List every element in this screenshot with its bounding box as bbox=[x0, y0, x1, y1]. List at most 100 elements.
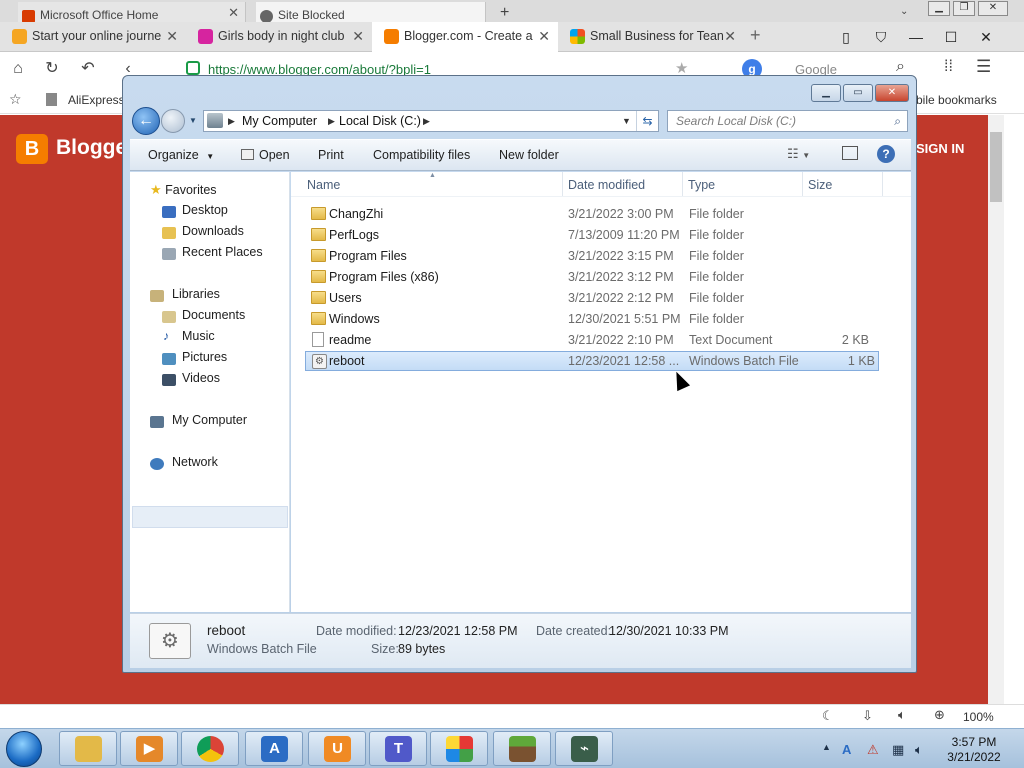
nav-documents[interactable]: Documents bbox=[182, 308, 245, 322]
zoom-level[interactable]: 100% bbox=[963, 710, 994, 724]
tab-site-blocked[interactable]: Site Blocked bbox=[256, 2, 486, 22]
history-dropdown-icon[interactable]: ▼ bbox=[189, 116, 197, 125]
explorer-address-bar[interactable]: ▶ My Computer ▶ Local Disk (C:) ▶ ▼ bbox=[203, 110, 659, 132]
close-icon[interactable]: ✕ bbox=[352, 29, 364, 43]
close-button[interactable]: ✕ bbox=[975, 26, 997, 48]
nav-my-computer[interactable]: My Computer bbox=[172, 413, 247, 427]
tray-alert-icon[interactable]: ⚠ bbox=[867, 742, 879, 758]
sign-in-link[interactable]: SIGN IN bbox=[916, 141, 964, 156]
column-divider[interactable] bbox=[802, 172, 803, 196]
taskbar-task-manager[interactable]: ⌁ bbox=[555, 731, 613, 766]
undo-icon[interactable]: ↶ bbox=[77, 58, 99, 80]
minimize-button[interactable]: ▁ bbox=[928, 1, 950, 16]
nav-desktop[interactable]: Desktop bbox=[182, 203, 228, 217]
menu-icon[interactable]: ☰ bbox=[976, 57, 991, 77]
tray-app-a-icon[interactable]: A bbox=[842, 742, 851, 757]
preview-pane-icon[interactable] bbox=[842, 146, 858, 160]
close-icon[interactable]: ✕ bbox=[538, 29, 550, 43]
forward-button[interactable] bbox=[161, 109, 185, 133]
download-icon[interactable]: ⇩ bbox=[862, 708, 873, 724]
tab-microsoft-office-home[interactable]: Microsoft Office Home ✕ bbox=[18, 2, 246, 22]
nav-videos[interactable]: Videos bbox=[182, 371, 220, 385]
tray-expand-icon[interactable]: ▲ bbox=[822, 742, 831, 752]
nav-pictures[interactable]: Pictures bbox=[182, 350, 227, 364]
nav-recent-places[interactable]: Recent Places bbox=[182, 245, 263, 259]
new-tab-icon[interactable]: + bbox=[500, 4, 509, 22]
tray-network-icon[interactable]: ▦ bbox=[892, 742, 904, 758]
chevron-down-icon[interactable]: ⌄ bbox=[900, 6, 908, 17]
tray-volume-icon[interactable]: 🔈︎ bbox=[915, 742, 923, 758]
maximize-button[interactable]: ☐ bbox=[940, 26, 962, 48]
new-folder-button[interactable]: New folder bbox=[499, 148, 559, 162]
taskbar-media-player[interactable]: ▶ bbox=[120, 731, 178, 766]
nav-music[interactable]: Music bbox=[182, 329, 215, 343]
restore-button[interactable]: ❐ bbox=[953, 1, 975, 16]
file-row-readme[interactable]: readme 3/21/2022 2:10 PM Text Document 2… bbox=[305, 330, 879, 350]
column-divider[interactable] bbox=[882, 172, 883, 196]
blogger-logo[interactable]: B bbox=[16, 134, 48, 164]
file-row-perflogs[interactable]: PerfLogs 7/13/2009 11:20 PM File folder bbox=[305, 225, 879, 245]
nav-downloads[interactable]: Downloads bbox=[182, 224, 244, 238]
tab-girls-body[interactable]: Girls body in night club ✕ bbox=[186, 22, 372, 52]
search-input[interactable]: Search Local Disk (C:) ⌕ bbox=[667, 110, 908, 132]
column-divider[interactable] bbox=[562, 172, 563, 196]
zoom-icon[interactable]: ⊕ bbox=[934, 707, 945, 723]
new-tab-icon[interactable]: + bbox=[750, 25, 761, 46]
search-icon[interactable]: ⌕ bbox=[896, 58, 905, 76]
file-row-users[interactable]: Users 3/21/2022 2:12 PM File folder bbox=[305, 288, 879, 308]
file-row-program-files-x86[interactable]: Program Files (x86) 3/21/2022 3:12 PM Fi… bbox=[305, 267, 879, 287]
breadcrumb-my-computer[interactable]: My Computer bbox=[242, 114, 317, 128]
print-button[interactable]: Print bbox=[318, 148, 344, 162]
taskbar-explorer[interactable] bbox=[59, 731, 117, 766]
taskbar-chrome[interactable] bbox=[181, 731, 239, 766]
file-row-changzhi[interactable]: ChangZhi 3/21/2022 3:00 PM File folder bbox=[305, 204, 879, 224]
breadcrumb-local-disk[interactable]: Local Disk (C:) bbox=[339, 114, 421, 128]
close-icon[interactable]: ✕ bbox=[166, 29, 178, 43]
bookmark-aliexpress[interactable]: AliExpress bbox=[68, 93, 125, 107]
taskbar-teams[interactable]: T bbox=[369, 731, 427, 766]
start-button[interactable] bbox=[6, 731, 42, 767]
minimize-button[interactable]: — bbox=[905, 26, 927, 48]
taskbar-colorful-app[interactable] bbox=[430, 731, 488, 766]
column-header-name[interactable]: Name bbox=[307, 178, 340, 192]
nav-favorites[interactable]: ★ Favorites bbox=[150, 182, 217, 198]
open-button[interactable]: Open bbox=[241, 148, 290, 162]
page-scrollbar[interactable] bbox=[988, 115, 1004, 704]
address-dropdown-icon[interactable]: ▼ bbox=[622, 116, 631, 126]
column-divider[interactable] bbox=[682, 172, 683, 196]
page-scroll-thumb[interactable] bbox=[990, 132, 1002, 202]
compatibility-files-button[interactable]: Compatibility files bbox=[373, 148, 470, 162]
refresh-icon[interactable]: ⇆ bbox=[636, 111, 658, 131]
tablet-mode-icon[interactable]: ▯ bbox=[835, 26, 857, 48]
close-button[interactable]: ✕ bbox=[978, 1, 1008, 16]
organize-button[interactable]: Organize ▼ bbox=[148, 148, 214, 162]
bookmarks-star-icon[interactable]: ☆ bbox=[9, 91, 22, 108]
file-row-reboot[interactable]: ⚙ reboot 12/23/2021 12:58 ... Windows Ba… bbox=[305, 351, 879, 371]
column-header-date-modified[interactable]: Date modified bbox=[568, 178, 645, 192]
nav-libraries[interactable]: Libraries bbox=[172, 287, 220, 301]
tab-blogger[interactable]: Blogger.com - Create a ✕ bbox=[372, 22, 558, 52]
tab-start-online-journey[interactable]: Start your online journe ✕ bbox=[0, 22, 186, 52]
help-icon[interactable]: ? bbox=[877, 145, 895, 163]
home-icon[interactable]: ⌂ bbox=[7, 58, 29, 80]
taskbar-app-a[interactable]: A bbox=[245, 731, 303, 766]
nav-network[interactable]: Network bbox=[172, 455, 218, 469]
night-mode-icon[interactable]: ☾ bbox=[822, 708, 834, 724]
minimize-button[interactable]: ▁ bbox=[811, 84, 841, 102]
taskbar-clock[interactable]: 3:57 PM 3/21/2022 bbox=[946, 735, 1002, 765]
view-options-icon[interactable]: ☷ ▼ bbox=[787, 146, 810, 162]
search-icon[interactable]: ⌕ bbox=[894, 111, 901, 131]
grid-icon[interactable]: ⁞⁞ bbox=[944, 58, 953, 76]
shirt-icon[interactable]: ⛉ bbox=[870, 26, 892, 48]
close-icon[interactable]: ✕ bbox=[228, 6, 239, 19]
taskbar-minecraft[interactable] bbox=[493, 731, 551, 766]
mobile-bookmarks[interactable]: bile bookmarks bbox=[916, 93, 997, 107]
close-icon[interactable]: ✕ bbox=[724, 29, 736, 43]
chevron-right-icon[interactable]: ▶ bbox=[423, 116, 430, 127]
column-header-type[interactable]: Type bbox=[688, 178, 715, 192]
volume-icon[interactable]: 🔈︎ bbox=[898, 707, 906, 723]
taskbar-uc-browser[interactable]: U bbox=[308, 731, 366, 766]
reload-icon[interactable]: ↻ bbox=[41, 58, 63, 80]
chevron-right-icon[interactable]: ▶ bbox=[228, 116, 235, 127]
file-row-windows[interactable]: Windows 12/30/2021 5:51 PM File folder bbox=[305, 309, 879, 329]
